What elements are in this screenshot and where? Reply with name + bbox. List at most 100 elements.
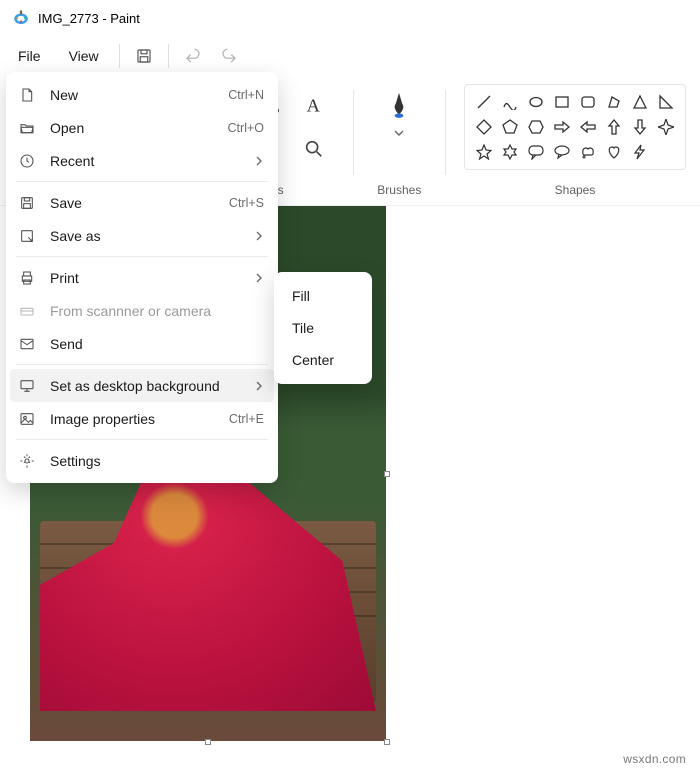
separator (353, 90, 354, 175)
magnifier-icon[interactable] (293, 128, 335, 170)
menu-scanner: From scannner or camera (6, 294, 278, 327)
redo-icon[interactable] (211, 38, 247, 74)
chevron-right-icon (254, 231, 264, 241)
menu-view[interactable]: View (55, 40, 113, 72)
lightning-icon[interactable] (629, 141, 651, 163)
submenu-tile[interactable]: Tile (278, 312, 368, 344)
ribbon-shapes: Shapes (458, 80, 692, 205)
shapes-gallery[interactable] (464, 84, 686, 170)
menu-save-label: Save (50, 195, 215, 211)
separator (16, 256, 268, 257)
menu-image-properties[interactable]: Image properties Ctrl+E (6, 402, 278, 435)
resize-handle[interactable] (384, 739, 390, 745)
separator (16, 439, 268, 440)
diamond-icon[interactable] (473, 116, 495, 138)
file-menu: New Ctrl+N Open Ctrl+O Recent Save Ctrl+… (6, 72, 278, 483)
menu-img-props-label: Image properties (50, 411, 215, 427)
menu-open[interactable]: Open Ctrl+O (6, 111, 278, 144)
pentagon-icon[interactable] (499, 116, 521, 138)
separator (445, 90, 446, 175)
app-icon (12, 9, 30, 27)
hexagon-icon[interactable] (525, 116, 547, 138)
menu-save-as-label: Save as (50, 228, 240, 244)
clock-icon (18, 153, 36, 169)
gear-icon (18, 453, 36, 469)
menu-file-label: File (18, 48, 41, 64)
chevron-right-icon (254, 156, 264, 166)
menu-recent[interactable]: Recent (6, 144, 278, 177)
submenu-tile-label: Tile (292, 320, 314, 336)
brushes-dropdown[interactable] (371, 84, 427, 136)
right-triangle-icon[interactable] (655, 91, 677, 113)
separator (168, 44, 169, 68)
chevron-right-icon (254, 273, 264, 283)
send-icon (18, 336, 36, 352)
curve-icon[interactable] (499, 91, 521, 113)
star5-icon[interactable] (473, 141, 495, 163)
resize-handle[interactable] (205, 739, 211, 745)
menu-open-accel: Ctrl+O (228, 121, 264, 135)
save-icon (18, 195, 36, 211)
menu-send-label: Send (50, 336, 264, 352)
arrow-left-icon[interactable] (577, 116, 599, 138)
star4-icon[interactable] (655, 116, 677, 138)
menu-print[interactable]: Print (6, 261, 278, 294)
arrow-right-icon[interactable] (551, 116, 573, 138)
brushes-label: Brushes (377, 177, 421, 197)
submenu-fill[interactable]: Fill (278, 280, 368, 312)
menu-print-label: Print (50, 270, 240, 286)
menu-settings-label: Settings (50, 453, 264, 469)
menu-save-as[interactable]: Save as (6, 219, 278, 252)
submenu-fill-label: Fill (292, 288, 310, 304)
file-icon (18, 87, 36, 103)
menu-send[interactable]: Send (6, 327, 278, 360)
svg-text:A: A (306, 95, 320, 115)
menu-file[interactable]: File (4, 40, 55, 72)
callout-cloud-icon[interactable] (577, 141, 599, 163)
menu-save-accel: Ctrl+S (229, 196, 264, 210)
save-icon[interactable] (126, 38, 162, 74)
polygon-icon[interactable] (603, 91, 625, 113)
set-bg-submenu: Fill Tile Center (274, 272, 372, 384)
undo-icon[interactable] (175, 38, 211, 74)
menu-new-label: New (50, 87, 214, 103)
arrow-down-icon[interactable] (629, 116, 651, 138)
rect-icon[interactable] (551, 91, 573, 113)
menu-set-bg-label: Set as desktop background (50, 378, 240, 394)
menu-img-props-accel: Ctrl+E (229, 412, 264, 426)
menu-recent-label: Recent (50, 153, 240, 169)
menu-save[interactable]: Save Ctrl+S (6, 186, 278, 219)
triangle-icon[interactable] (629, 91, 651, 113)
roundrect-icon[interactable] (577, 91, 599, 113)
separator (16, 181, 268, 182)
titlebar: IMG_2773 - Paint (0, 0, 700, 36)
separator (119, 44, 120, 68)
submenu-center-label: Center (292, 352, 334, 368)
shapes-label: Shapes (555, 177, 596, 197)
text-icon[interactable]: A (293, 84, 335, 126)
menu-view-label: View (69, 48, 99, 64)
desktop-icon (18, 378, 36, 394)
print-icon (18, 270, 36, 286)
callout-oval-icon[interactable] (551, 141, 573, 163)
resize-handle[interactable] (384, 471, 390, 477)
star6-icon[interactable] (499, 141, 521, 163)
image-icon (18, 411, 36, 427)
save-as-icon (18, 228, 36, 244)
menu-new-accel: Ctrl+N (228, 88, 264, 102)
menu-scanner-label: From scannner or camera (50, 303, 264, 319)
menu-set-desktop-bg[interactable]: Set as desktop background (10, 369, 274, 402)
submenu-center[interactable]: Center (278, 344, 368, 376)
menu-open-label: Open (50, 120, 214, 136)
chevron-down-icon (394, 130, 404, 136)
menubar: File View (0, 36, 700, 76)
menu-new[interactable]: New Ctrl+N (6, 78, 278, 111)
callout-rounded-icon[interactable] (525, 141, 547, 163)
menu-settings[interactable]: Settings (6, 444, 278, 477)
arrow-up-icon[interactable] (603, 116, 625, 138)
scanner-icon (18, 303, 36, 319)
line-icon[interactable] (473, 91, 495, 113)
oval-icon[interactable] (525, 91, 547, 113)
heart-icon[interactable] (603, 141, 625, 163)
folder-open-icon (18, 120, 36, 136)
